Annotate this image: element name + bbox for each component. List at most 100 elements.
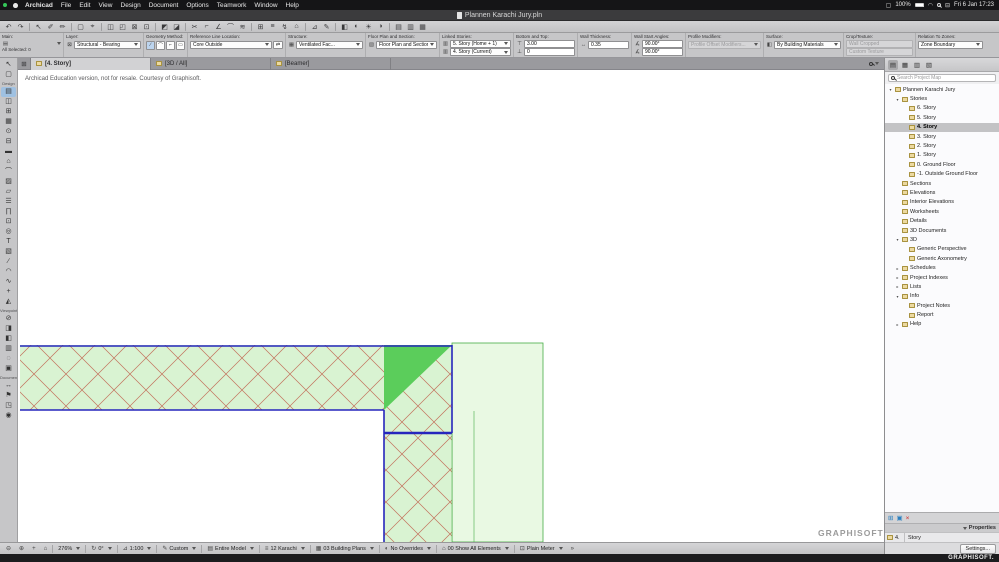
fillet-icon[interactable]: ⌒: [225, 22, 236, 32]
tree-item[interactable]: ▸ Lists: [885, 282, 999, 291]
properties-item-row[interactable]: 4. Story: [885, 532, 999, 542]
apple-menu-icon[interactable]: [13, 2, 18, 8]
tree-item[interactable]: 5. Story: [885, 113, 999, 122]
tree-item[interactable]: 3. Story: [885, 132, 999, 141]
label-tool-icon[interactable]: ⚑: [1, 391, 16, 401]
layer-select[interactable]: Structural - Bearing: [74, 40, 141, 49]
lamp-tool-icon[interactable]: ◎: [1, 227, 16, 237]
sun-study-icon[interactable]: ☀: [363, 22, 374, 32]
detail-tool-icon[interactable]: ◌: [1, 354, 16, 364]
separator[interactable]: [251, 22, 252, 31]
rectangle-wall-method[interactable]: ▭: [176, 40, 185, 50]
zoom-level-control[interactable]: 276%: [54, 546, 84, 552]
separator[interactable]: [389, 22, 390, 31]
new-item-icon[interactable]: ⊞: [888, 514, 893, 522]
separator[interactable]: [378, 544, 380, 553]
control-center-icon[interactable]: ⊟: [945, 2, 950, 9]
3d-document-tool-icon[interactable]: ▣: [1, 364, 16, 374]
dimension-tool-icon[interactable]: ↔: [1, 381, 16, 391]
door-tool-icon[interactable]: ◫: [1, 97, 16, 107]
layers-icon[interactable]: ▤: [393, 22, 404, 32]
tree-expand-icon[interactable]: ▸: [895, 275, 900, 280]
shell-tool-icon[interactable]: ⌒: [1, 167, 16, 177]
unlock-icon[interactable]: ⊡: [141, 22, 152, 32]
menu-item[interactable]: Teamwork: [213, 2, 251, 9]
undo-icon[interactable]: ↶: [3, 22, 14, 32]
menu-item[interactable]: Design: [117, 2, 145, 9]
interior-elevation-tool-icon[interactable]: ◧: [1, 334, 16, 344]
marquee-icon[interactable]: ▢: [75, 22, 86, 32]
roof-tool-icon[interactable]: ⌂: [1, 157, 16, 167]
tree-expand-icon[interactable]: ▸: [895, 284, 900, 289]
adjust-icon[interactable]: ⌐: [201, 22, 212, 32]
window-tool-icon[interactable]: ⊞: [1, 107, 16, 117]
zone-tool-icon[interactable]: ▱: [1, 187, 16, 197]
tree-item[interactable]: 0. Ground Floor: [885, 160, 999, 169]
stair-tool-icon[interactable]: ☰: [1, 197, 16, 207]
surface-select[interactable]: By Building Materials: [774, 40, 841, 49]
tree-item[interactable]: 2. Story: [885, 141, 999, 150]
lock-icon[interactable]: ⊠: [129, 22, 140, 32]
views-icon[interactable]: ▦: [417, 22, 428, 32]
camera-tool-icon[interactable]: ◉: [1, 411, 16, 421]
tree-item[interactable]: ▸ Project Indexes: [885, 273, 999, 282]
separator[interactable]: [309, 544, 311, 553]
floor-plan-display-select[interactable]: Floor Plan and Section...: [376, 40, 437, 49]
tree-item[interactable]: Interior Elevations: [885, 198, 999, 207]
dimension-icon[interactable]: ✎: [321, 22, 332, 32]
tree-item[interactable]: ▾ Stories: [885, 94, 999, 103]
text-tool-icon[interactable]: T: [1, 237, 16, 247]
tree-item[interactable]: ▾ Info: [885, 292, 999, 301]
group-icon[interactable]: ◫: [105, 22, 116, 32]
search-views-button[interactable]: [869, 61, 884, 66]
tree-item[interactable]: Generic Perspective: [885, 245, 999, 254]
railing-tool-icon[interactable]: ∏: [1, 207, 16, 217]
bottom-offset-input[interactable]: 0: [524, 48, 575, 56]
separator[interactable]: [71, 22, 72, 31]
home-story-select[interactable]: 4. Story (Current): [450, 48, 511, 56]
tree-item[interactable]: Details: [885, 216, 999, 225]
display-mirroring-icon[interactable]: ▢: [886, 2, 892, 9]
grid-snap-icon[interactable]: ⊞: [255, 22, 266, 32]
structure-display-control[interactable]: ▤ Entire Model: [203, 545, 258, 552]
project-map-icon[interactable]: ▤: [888, 59, 898, 70]
layout-book-icon[interactable]: ▥: [912, 60, 922, 70]
mesh-tool-icon[interactable]: ▨: [1, 177, 16, 187]
relation-to-zones-select[interactable]: Zone Boundary: [918, 40, 983, 49]
navigator-search-input[interactable]: Search Project Map: [888, 74, 996, 82]
object-tool-icon[interactable]: ⊡: [1, 217, 16, 227]
structure-select[interactable]: Ventilated Fac...: [296, 40, 363, 49]
column-tool-icon[interactable]: ⊙: [1, 127, 16, 137]
graphic-override-control[interactable]: ◐ No Overrides: [381, 546, 435, 552]
renovation-filter-control[interactable]: ⌂ 00 Show All Elements: [438, 546, 513, 552]
guide-lines-icon[interactable]: ≡: [267, 22, 278, 32]
tree-item[interactable]: ▸ Schedules: [885, 263, 999, 272]
line-tool-icon[interactable]: ∕: [1, 257, 16, 267]
menu-item[interactable]: Window: [250, 2, 281, 9]
send-backward-icon[interactable]: ◪: [171, 22, 182, 32]
layer-lock-icon[interactable]: ⊠: [66, 42, 73, 48]
wall-thickness-input[interactable]: 0.35: [588, 40, 629, 49]
separator[interactable]: [85, 544, 87, 553]
split-icon[interactable]: ✂: [189, 22, 200, 32]
worksheet-tool-icon[interactable]: ▥: [1, 344, 16, 354]
redo-icon[interactable]: ↷: [15, 22, 26, 32]
tab-3d-all[interactable]: [3D / All]: [151, 57, 271, 70]
section-tool-icon[interactable]: ⊘: [1, 314, 16, 324]
separator[interactable]: [435, 544, 437, 553]
layer-combination-control[interactable]: ≡ 12 Karachi: [261, 546, 309, 552]
menu-item[interactable]: Document: [145, 2, 183, 9]
menu-item[interactable]: Edit: [75, 2, 94, 9]
menu-bar-clock[interactable]: Fri 6 Jan 17:23: [954, 2, 994, 8]
arc-tool-icon[interactable]: ◠: [1, 267, 16, 277]
beam-tool-icon[interactable]: ⊟: [1, 137, 16, 147]
separator[interactable]: [513, 544, 515, 553]
menu-item[interactable]: File: [57, 2, 75, 9]
separator[interactable]: [116, 544, 118, 553]
reference-line-select[interactable]: Core Outside: [190, 40, 272, 49]
dropdown-caret-icon[interactable]: [57, 42, 61, 45]
separator[interactable]: [29, 22, 30, 31]
fill-tool-icon[interactable]: ▧: [1, 247, 16, 257]
tree-expand-icon[interactable]: ▾: [888, 87, 893, 92]
shadow-icon[interactable]: ◑: [375, 22, 386, 32]
